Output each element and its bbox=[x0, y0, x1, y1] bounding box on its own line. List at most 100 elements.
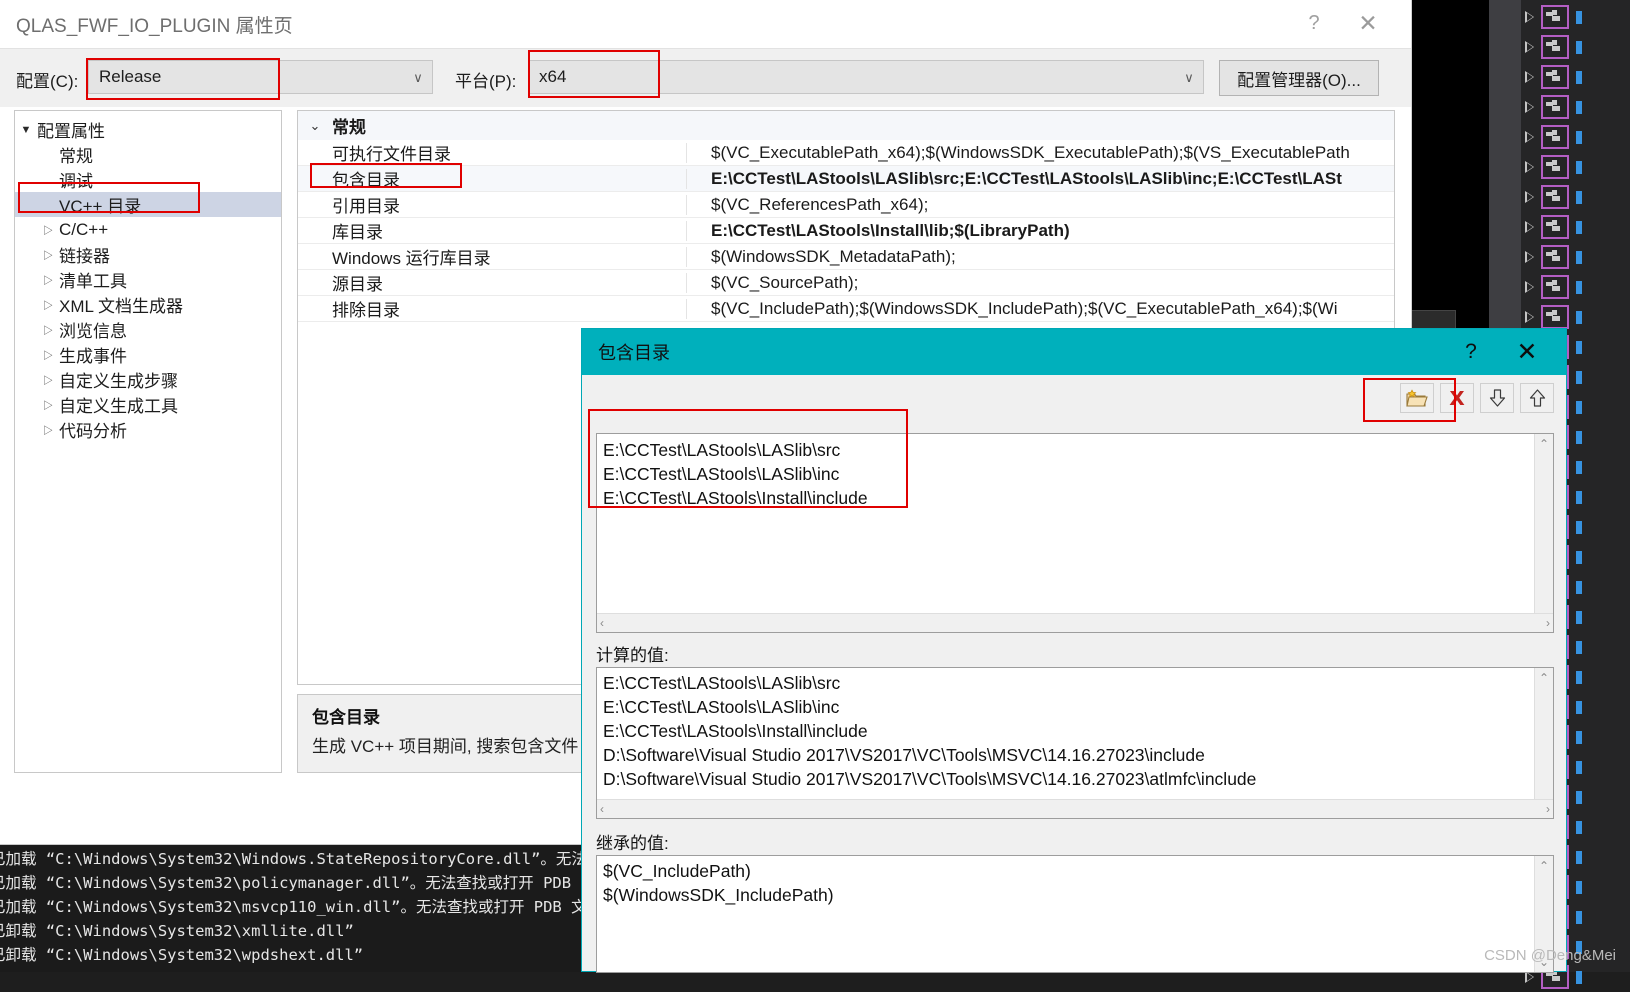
grid-row[interactable]: 源目录 $(VC_SourcePath); bbox=[298, 270, 1394, 296]
chevron-right-icon[interactable]: ▷ bbox=[37, 372, 59, 387]
chevron-right-icon[interactable]: ▷ bbox=[37, 222, 59, 237]
background-tree-row[interactable] bbox=[1521, 122, 1630, 152]
scroll-left-icon[interactable]: ‹ bbox=[600, 616, 604, 630]
tree-item-4[interactable]: ▷ C/C++ bbox=[15, 217, 281, 242]
background-tree-row[interactable] bbox=[1521, 92, 1630, 122]
chevron-right-icon[interactable] bbox=[1525, 251, 1534, 263]
grid-row-value[interactable]: $(VC_ReferencesPath_x64); bbox=[686, 194, 1394, 215]
item-marker-icon bbox=[1576, 640, 1582, 654]
chevron-down-icon[interactable]: ⌄ bbox=[298, 118, 332, 134]
item-marker-icon bbox=[1576, 280, 1582, 294]
grid-row[interactable]: 引用目录 $(VC_ReferencesPath_x64); bbox=[298, 192, 1394, 218]
directories-list[interactable]: E:\CCTest\LAStools\LASlib\src E:\CCTest\L… bbox=[597, 434, 1553, 510]
close-icon[interactable]: ✕ bbox=[1345, 0, 1391, 46]
dialog-help-icon[interactable]: ? bbox=[1448, 329, 1494, 375]
chevron-right-icon[interactable] bbox=[1525, 101, 1534, 113]
scroll-right-icon[interactable]: › bbox=[1546, 802, 1550, 816]
up-arrow-icon bbox=[1529, 389, 1545, 407]
grid-row-value[interactable]: E:\CCTest\LAStools\Install\lib;$(Library… bbox=[686, 220, 1394, 241]
delete-button[interactable] bbox=[1440, 383, 1474, 413]
evaluated-line: D:\Software\Visual Studio 2017\VS2017\VC… bbox=[603, 745, 1205, 765]
evaluated-horizontal-scrollbar[interactable]: ‹ › bbox=[597, 799, 1553, 818]
tree-item-12[interactable]: ▷ 代码分析 bbox=[15, 417, 281, 442]
evaluated-value-area[interactable]: E:\CCTest\LAStools\LASlib\src E:\CCTest\L… bbox=[596, 667, 1554, 819]
tree-item-8[interactable]: ▷ 浏览信息 bbox=[15, 317, 281, 342]
tree-item-6[interactable]: ▷ 清单工具 bbox=[15, 267, 281, 292]
grid-row[interactable]: 包含目录 E:\CCTest\LAStools\LASlib\src;E:\CCT… bbox=[298, 166, 1394, 192]
directories-edit-area[interactable]: E:\CCTest\LAStools\LASlib\src E:\CCTest\L… bbox=[596, 433, 1554, 633]
background-tree-row[interactable] bbox=[1521, 152, 1630, 182]
tree-item-7[interactable]: ▷ XML 文档生成器 bbox=[15, 292, 281, 317]
edit-area-vertical-scrollbar[interactable]: ⌃ ⌄ bbox=[1534, 434, 1553, 632]
grid-row-name: 源目录 bbox=[332, 275, 383, 294]
background-tree-row[interactable] bbox=[1521, 62, 1630, 92]
grid-row-value[interactable]: $(WindowsSDK_MetadataPath); bbox=[686, 246, 1394, 267]
chevron-right-icon[interactable] bbox=[1525, 41, 1534, 53]
chevron-right-icon[interactable]: ▷ bbox=[37, 272, 59, 287]
background-tree-row[interactable] bbox=[1521, 32, 1630, 62]
platform-value: x64 bbox=[539, 67, 567, 86]
tree-item-9[interactable]: ▷ 生成事件 bbox=[15, 342, 281, 367]
directory-line: E:\CCTest\LAStools\LASlib\inc bbox=[603, 464, 840, 484]
scroll-left-icon[interactable]: ‹ bbox=[600, 802, 604, 816]
properties-tree-panel[interactable]: ▼ 配置属性常规 调试 VC++ 目录 ▷ C/C++ ▷ 链接器 ▷ 清单工具 ▷ XML 文档生成… bbox=[14, 110, 282, 773]
chevron-down-icon[interactable]: ▼ bbox=[15, 124, 37, 136]
chevron-right-icon[interactable] bbox=[1525, 191, 1534, 203]
configuration-manager-button[interactable]: 配置管理器(O)... bbox=[1219, 60, 1379, 96]
background-tree-row[interactable] bbox=[1521, 212, 1630, 242]
tree-item-5[interactable]: ▷ 链接器 bbox=[15, 242, 281, 267]
plugin-icon bbox=[1541, 155, 1569, 179]
scroll-up-icon[interactable]: ⌃ bbox=[1539, 671, 1549, 685]
scroll-right-icon[interactable]: › bbox=[1546, 616, 1550, 630]
chevron-right-icon[interactable]: ▷ bbox=[37, 322, 59, 337]
grid-row[interactable]: Windows 运行库目录 $(WindowsSDK_MetadataPath); bbox=[298, 244, 1394, 270]
tree-item-2[interactable]: 调试 bbox=[15, 167, 281, 192]
grid-row-name: 排除目录 bbox=[332, 301, 400, 320]
chevron-right-icon[interactable] bbox=[1525, 161, 1534, 173]
background-tree-row[interactable] bbox=[1521, 242, 1630, 272]
chevron-right-icon[interactable] bbox=[1525, 221, 1534, 233]
chevron-right-icon[interactable]: ▷ bbox=[37, 347, 59, 362]
chevron-right-icon[interactable]: ▷ bbox=[37, 397, 59, 412]
grid-row-value[interactable]: $(VC_ExecutablePath_x64);$(WindowsSDK_Ex… bbox=[686, 142, 1394, 163]
grid-group-header[interactable]: ⌄ 常规 bbox=[298, 111, 1394, 140]
directory-line: E:\CCTest\LAStools\Install\include bbox=[603, 488, 868, 508]
help-icon[interactable]: ? bbox=[1291, 0, 1337, 46]
configuration-dropdown[interactable]: Release ∨ bbox=[88, 60, 433, 94]
chevron-right-icon[interactable]: ▷ bbox=[37, 422, 59, 437]
grid-row-value[interactable]: $(VC_SourcePath); bbox=[686, 272, 1394, 293]
dialog-toolbar bbox=[582, 375, 1566, 421]
evaluated-vertical-scrollbar[interactable]: ⌃ ⌄ bbox=[1534, 668, 1553, 818]
edit-area-horizontal-scrollbar[interactable]: ‹ › bbox=[597, 613, 1553, 632]
grid-row-value[interactable]: $(VC_IncludePath);$(WindowsSDK_IncludePa… bbox=[686, 298, 1394, 319]
grid-row-value[interactable]: E:\CCTest\LAStools\LASlib\src;E:\CCTest\… bbox=[686, 168, 1394, 189]
background-tree-row[interactable] bbox=[1521, 272, 1630, 302]
scroll-up-icon[interactable]: ⌃ bbox=[1539, 437, 1549, 451]
chevron-right-icon[interactable] bbox=[1525, 281, 1534, 293]
move-down-button[interactable] bbox=[1480, 383, 1514, 413]
chevron-right-icon[interactable] bbox=[1525, 71, 1534, 83]
tree-item-11[interactable]: ▷ 自定义生成工具 bbox=[15, 392, 281, 417]
chevron-right-icon[interactable]: ▷ bbox=[37, 247, 59, 262]
tree-item-label: 常规 bbox=[59, 147, 93, 166]
grid-row[interactable]: 可执行文件目录 $(VC_ExecutablePath_x64);$(Window… bbox=[298, 140, 1394, 166]
chevron-right-icon[interactable] bbox=[1525, 11, 1534, 23]
tree-item-10[interactable]: ▷ 自定义生成步骤 bbox=[15, 367, 281, 392]
chevron-right-icon[interactable]: ▷ bbox=[37, 297, 59, 312]
chevron-right-icon[interactable] bbox=[1525, 311, 1534, 323]
move-up-button[interactable] bbox=[1520, 383, 1554, 413]
background-tree-row[interactable] bbox=[1521, 2, 1630, 32]
grid-row[interactable]: 排除目录 $(VC_IncludePath);$(WindowsSDK_Inclu… bbox=[298, 296, 1394, 322]
inherited-value-area[interactable]: $(VC_IncludePath) $(WindowsSDK_IncludePat… bbox=[596, 855, 1554, 973]
platform-dropdown[interactable]: x64 ∨ bbox=[528, 60, 1204, 94]
item-marker-icon bbox=[1576, 550, 1582, 564]
tree-item-3[interactable]: VC++ 目录 bbox=[15, 192, 281, 217]
tree-item-0[interactable]: ▼ 配置属性 bbox=[15, 117, 281, 142]
chevron-right-icon[interactable] bbox=[1525, 131, 1534, 143]
background-tree-row[interactable] bbox=[1521, 182, 1630, 212]
new-folder-button[interactable] bbox=[1400, 383, 1434, 413]
tree-item-1[interactable]: 常规 bbox=[15, 142, 281, 167]
grid-row[interactable]: 库目录 E:\CCTest\LAStools\Install\lib;$(Libr… bbox=[298, 218, 1394, 244]
dialog-close-icon[interactable]: ✕ bbox=[1504, 329, 1550, 375]
scroll-up-icon[interactable]: ⌃ bbox=[1539, 859, 1549, 873]
